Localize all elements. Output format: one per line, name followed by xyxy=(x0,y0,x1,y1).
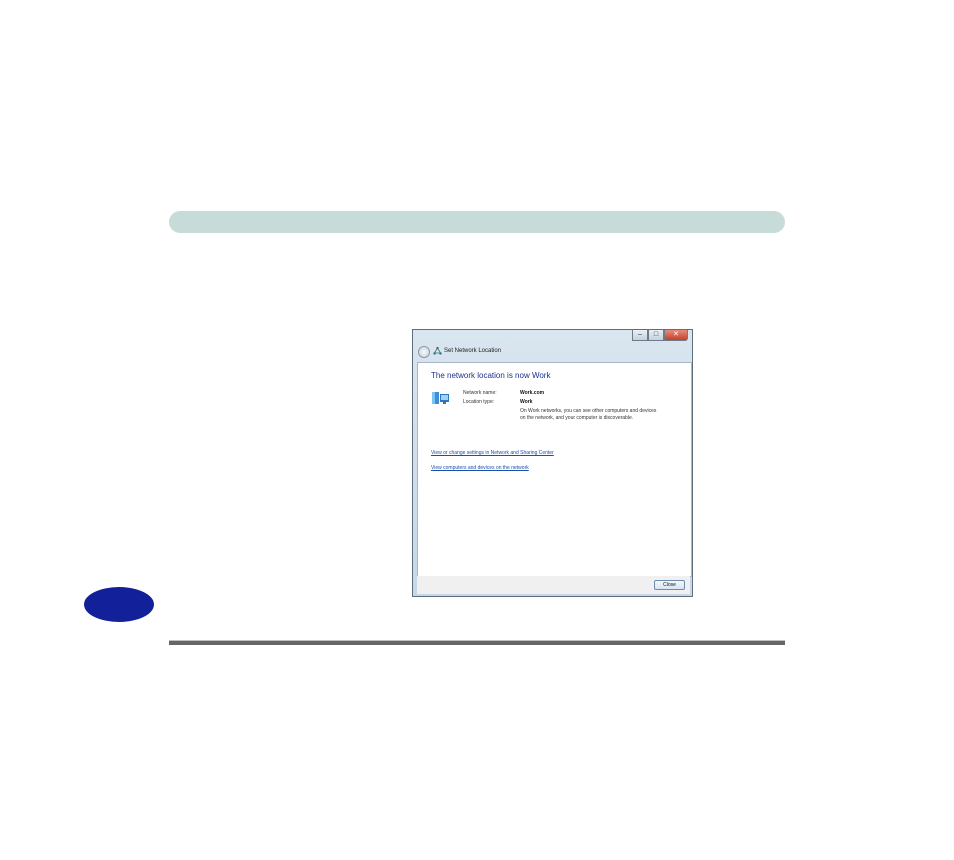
dialog-footer: Close xyxy=(417,576,690,594)
network-name-value: Work.com xyxy=(520,390,545,396)
location-type-label: Location type: xyxy=(463,399,495,405)
nav-title: Set Network Location xyxy=(444,348,502,354)
footer-rule xyxy=(169,640,785,645)
window-controls: – □ ✕ xyxy=(632,330,688,342)
close-icon[interactable]: ✕ xyxy=(664,330,688,341)
network-icon xyxy=(433,347,442,357)
location-type-value: Work xyxy=(520,399,533,405)
location-description: On Work networks, you can see other comp… xyxy=(520,408,657,421)
maximize-icon[interactable]: □ xyxy=(648,330,664,341)
dialog-content: The network location is now Work Network… xyxy=(417,362,692,577)
dialog-heading: The network location is now Work xyxy=(431,371,551,380)
work-network-icon xyxy=(431,389,451,407)
close-button[interactable]: Close xyxy=(654,580,685,590)
minimize-icon[interactable]: – xyxy=(632,330,648,341)
back-arrow-icon[interactable] xyxy=(418,346,430,358)
view-devices-link[interactable]: View computers and devices on the networ… xyxy=(431,465,529,471)
chapter-tab xyxy=(84,587,154,622)
set-network-location-dialog: – □ ✕ Set Network Location The network l… xyxy=(412,329,693,597)
network-name-label: Network name: xyxy=(463,390,497,396)
network-sharing-center-link[interactable]: View or change settings in Network and S… xyxy=(431,450,554,456)
header-bar xyxy=(169,211,785,233)
